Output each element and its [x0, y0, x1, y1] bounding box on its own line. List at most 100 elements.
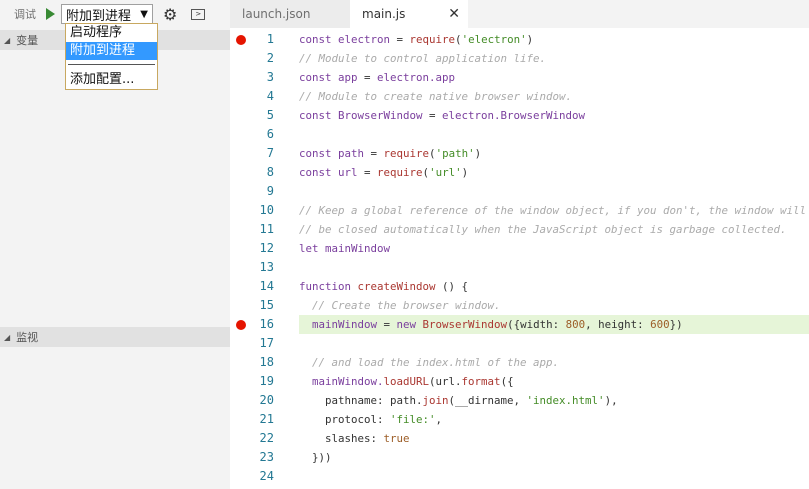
code-line[interactable]: 16 mainWindow = new BrowserWindow({width…	[230, 315, 809, 334]
code-token: 'url'	[429, 166, 462, 179]
code-text: const electron = require('electron')	[299, 30, 809, 49]
code-token: // Keep a global reference of the window…	[299, 204, 807, 217]
code-token: (__dirname,	[448, 394, 527, 407]
code-line[interactable]: 2 // Module to control application life.	[230, 49, 809, 68]
code-token: require	[383, 147, 430, 160]
code-line[interactable]: 9	[230, 182, 809, 201]
code-line[interactable]: 11 // be closed automatically when the Ja…	[230, 220, 809, 239]
code-line[interactable]: 4 // Module to create native browser wind…	[230, 87, 809, 106]
code-line[interactable]: 10 // Keep a global reference of the wind…	[230, 201, 809, 220]
code-line[interactable]: 24	[230, 467, 809, 486]
breakpoint-icon[interactable]	[236, 320, 246, 330]
code-text: mainWindow.loadURL(url.format({	[299, 372, 809, 391]
code-text: // and load the index.html of the app.	[299, 353, 809, 372]
code-text: pathname: path.join(__dirname, 'index.ht…	[299, 391, 809, 410]
tab-launch-json[interactable]: launch.json	[230, 0, 350, 28]
code-line[interactable]: 12 let mainWindow	[230, 239, 809, 258]
code-line[interactable]: 3 const app = electron.app	[230, 68, 809, 87]
code-line[interactable]: 20 pathname: path.join(__dirname, 'index…	[230, 391, 809, 410]
dropdown-item-launch[interactable]: 启动程序	[66, 24, 157, 42]
code-token: format	[461, 375, 501, 388]
breakpoint-icon[interactable]	[236, 35, 246, 45]
code-text: function createWindow () {	[299, 277, 809, 296]
code-text: // be closed automatically when the Java…	[299, 220, 809, 239]
code-token: )	[461, 166, 469, 179]
code-token: ),	[604, 394, 618, 407]
code-line[interactable]: 14 function createWindow () {	[230, 277, 809, 296]
code-line[interactable]: 7 const path = require('path')	[230, 144, 809, 163]
section-variables-label: 变量	[16, 34, 39, 47]
code-token: 800	[565, 318, 586, 331]
line-number: 4	[266, 89, 274, 103]
code-token: electron.BrowserWindow	[442, 109, 586, 122]
launch-config-value: 附加到进程	[66, 8, 132, 24]
terminal-icon[interactable]: >	[191, 8, 206, 20]
launch-config-dropdown: 启动程序 附加到进程 添加配置...	[65, 23, 158, 90]
code-token: mainWindow	[299, 318, 384, 331]
code-token: ({	[500, 375, 514, 388]
code-line[interactable]: 6	[230, 125, 809, 144]
code-token: electron.app	[377, 71, 456, 84]
code-text: const url = require('url')	[299, 163, 809, 182]
line-number: 23	[259, 450, 274, 464]
code-token: =	[429, 109, 443, 122]
code-token: 'index.html'	[526, 394, 605, 407]
code-line[interactable]: 13	[230, 258, 809, 277]
close-icon[interactable]: ✕	[448, 0, 460, 28]
line-number: 17	[259, 336, 274, 350]
code-line[interactable]: 18 // and load the index.html of the app…	[230, 353, 809, 372]
code-token: ,	[435, 413, 443, 426]
code-token: require	[409, 33, 456, 46]
code-token: =	[383, 318, 397, 331]
code-token: mainWindow.	[299, 375, 384, 388]
code-token: function	[299, 280, 358, 293]
code-token: // and load the index.html of the app.	[299, 356, 560, 369]
dropdown-item-add-config[interactable]: 添加配置...	[66, 71, 157, 89]
code-line[interactable]: 17	[230, 334, 809, 353]
code-line[interactable]: 1 const electron = require('electron')	[230, 30, 809, 49]
code-token: // be closed automatically when the Java…	[299, 223, 787, 236]
code-token: 600	[650, 318, 670, 331]
code-token: =	[364, 166, 378, 179]
code-token: (url.	[429, 375, 462, 388]
line-number: 18	[259, 355, 274, 369]
line-number: 9	[266, 184, 274, 198]
tab-main-js[interactable]: main.js ✕	[350, 0, 468, 28]
line-number: 11	[259, 222, 274, 236]
code-token: )	[526, 33, 534, 46]
code-text: // Module to control application life.	[299, 49, 809, 68]
code-token: BrowserWindow	[422, 318, 508, 331]
code-line[interactable]: 8 const url = require('url')	[230, 163, 809, 182]
line-number: 2	[266, 51, 274, 65]
code-line[interactable]: 19 mainWindow.loadURL(url.format({	[230, 372, 809, 391]
code-token: =	[396, 33, 410, 46]
dropdown-item-attach[interactable]: 附加到进程	[66, 42, 157, 60]
gear-icon[interactable]: ⚙	[163, 5, 177, 24]
line-number: 16	[259, 317, 274, 331]
code-line[interactable]: 5 const BrowserWindow = electron.BrowserW…	[230, 106, 809, 125]
code-token: 'file:'	[390, 413, 436, 426]
start-debugging-icon[interactable]	[46, 8, 55, 20]
line-number: 15	[259, 298, 274, 312]
code-text: const BrowserWindow = electron.BrowserWi…	[299, 106, 809, 125]
code-line[interactable]: 22 slashes: true	[230, 429, 809, 448]
line-number: 7	[266, 146, 274, 160]
code-token: =	[364, 71, 378, 84]
line-number: 20	[259, 393, 274, 407]
code-token: )	[474, 147, 482, 160]
code-editor[interactable]: 1 const electron = require('electron') 2 //…	[230, 30, 809, 486]
code-line[interactable]: 21 protocol: 'file:',	[230, 410, 809, 429]
code-line[interactable]: 23 }))	[230, 448, 809, 467]
line-number: 14	[259, 279, 274, 293]
section-watch[interactable]: ◢ 监视	[0, 327, 230, 347]
code-token: () {	[435, 280, 469, 293]
code-line[interactable]: 15 // Create the browser window.	[230, 296, 809, 315]
launch-config-select[interactable]: 附加到进程 ▼	[61, 4, 153, 24]
code-token: // Module to control application life.	[299, 52, 547, 65]
code-token: pathname: path.	[299, 394, 423, 407]
code-text: }))	[299, 448, 809, 467]
code-token: 'electron'	[461, 33, 527, 46]
